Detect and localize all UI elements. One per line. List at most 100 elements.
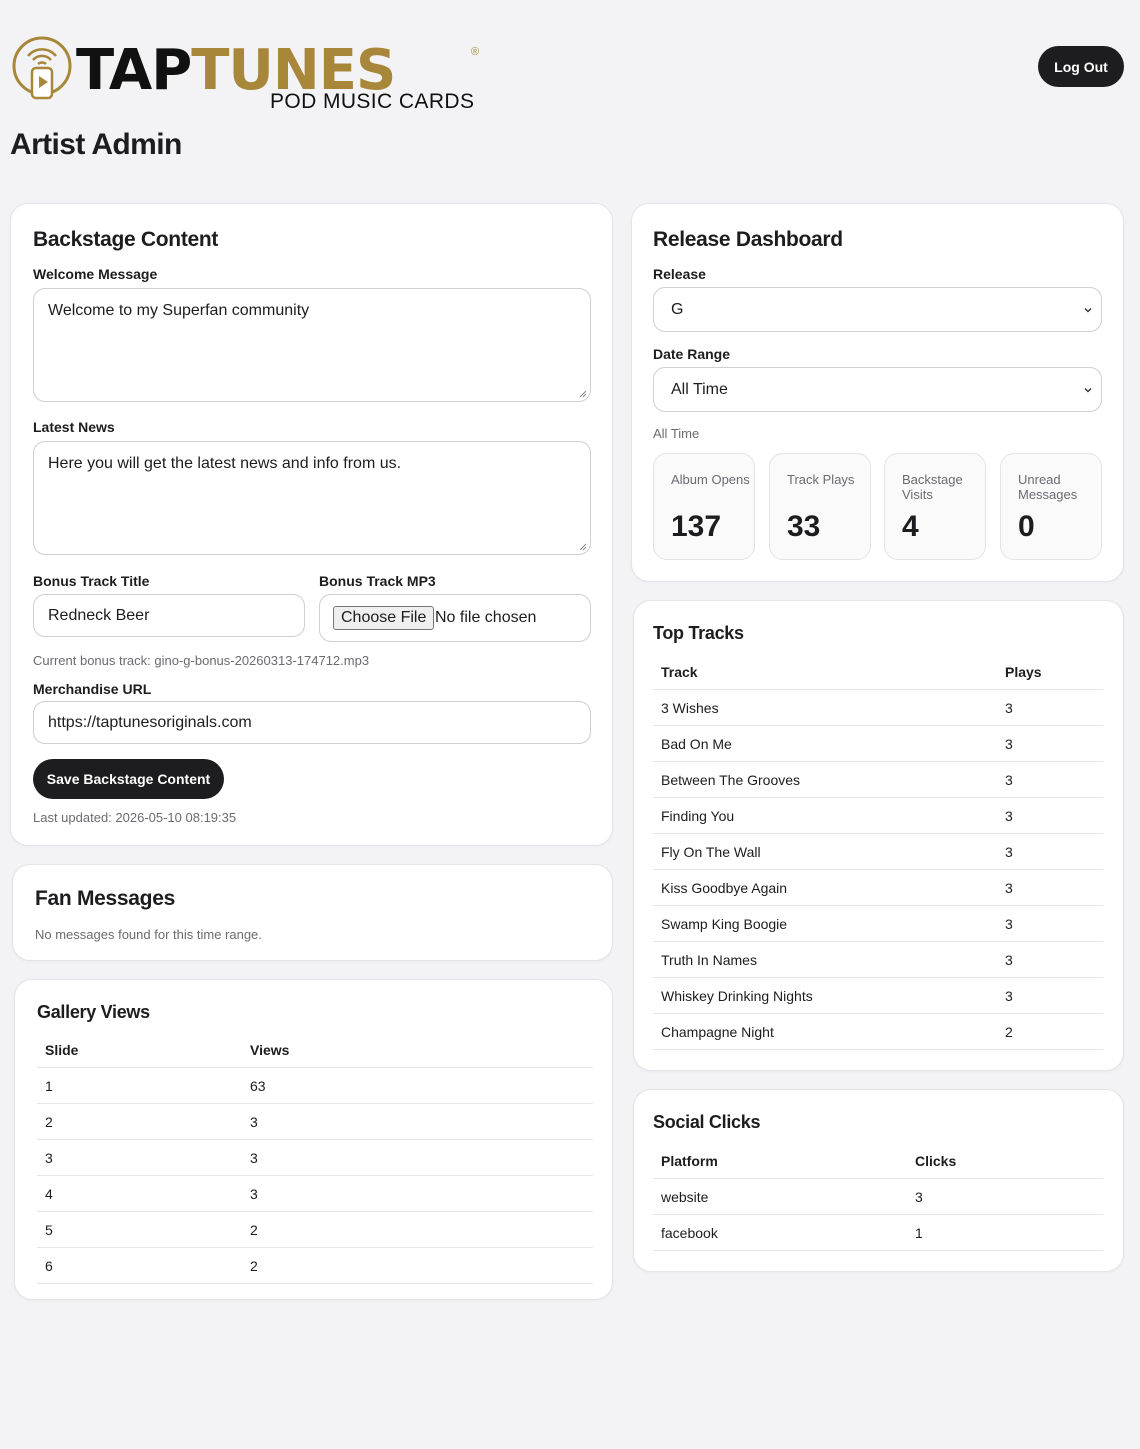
table-cell-slide: 4 [45,1186,53,1202]
bonus-mp3-label: Bonus Track MP3 [319,573,436,589]
table-cell-track: Swamp King Boogie [661,916,788,932]
stat-label: Album Opens [671,472,750,487]
table-cell-platform: website [661,1189,709,1205]
table-row: Fly On The Wall 3 [653,834,1103,870]
table-cell-track: Finding You [661,808,735,824]
welcome-label: Welcome Message [33,266,158,282]
date-range-selected-value: All Time [671,380,728,398]
table-cell-track: Champagne Night [661,1024,774,1040]
current-bonus-track: Current bonus track: gino-g-bonus-202603… [33,653,370,668]
stat-track-plays: Track Plays 33 [769,453,871,560]
table-row: 62 [37,1248,593,1284]
col-clicks-header: Clicks [915,1153,957,1169]
gallery-views-card: Gallery Views Slide Views 1 63 2 3 3 3 4 3 5 2 6 2 [14,979,613,1300]
table-row: 23 [37,1104,593,1140]
table-row: 1 63 [37,1068,593,1104]
table-cell-plays: 3 [1005,988,1013,1004]
range-caption: All Time [653,426,700,441]
latest-news-textarea[interactable]: Here you will get the latest news and in… [33,441,591,555]
table-cell-track: Truth In Names [661,952,757,968]
table-cell-views: 3 [250,1114,258,1130]
table-header-row: Slide Views [37,1032,593,1068]
fan-messages-empty: No messages found for this time range. [35,927,262,942]
logout-button[interactable]: Log Out [1038,46,1124,87]
merchandise-url-input[interactable]: https://taptunesoriginals.com [33,701,591,744]
stat-album-opens: Album Opens 137 [653,453,755,560]
col-track-header: Track [661,664,698,680]
registered-mark: ® [471,46,480,58]
table-row: Finding You 3 [653,798,1103,834]
table-row: Truth In Names 3 [653,942,1103,978]
col-platform-header: Platform [661,1153,718,1169]
taptunes-logo[interactable]: TAPTUNES ® POD MUSIC CARDS [12,36,492,116]
table-row: Swamp King Boogie 3 [653,906,1103,942]
choose-file-button[interactable]: Choose File [333,606,435,630]
table-cell-clicks: 3 [915,1189,923,1205]
top-tracks-title: Top Tracks [653,623,744,643]
chevron-down-icon [1084,387,1092,392]
table-cell-plays: 3 [1005,736,1013,752]
table-cell-clicks: 1 [915,1225,923,1241]
table-cell-track: Bad On Me [661,736,732,752]
page-title: Artist Admin [10,128,182,161]
table-cell-plays: 3 [1005,808,1013,824]
welcome-message-textarea[interactable]: Welcome to my Superfan community [33,288,591,402]
bonus-track-mp3-input[interactable]: Choose File No file chosen [319,594,591,642]
last-updated: Last updated: 2026-05-10 08:19:35 [33,810,237,825]
social-clicks-table: Platform Clicks website 3 facebook 1 [653,1143,1103,1251]
table-cell-plays: 3 [1005,700,1013,716]
stat-backstage-visits: Backstage Visits 4 [884,453,986,560]
table-row: 3 Wishes 3 [653,690,1103,726]
news-label: Latest News [33,419,115,435]
table-cell-views: 3 [250,1186,258,1202]
table-row: Kiss Goodbye Again 3 [653,870,1103,906]
date-range-label: Date Range [653,346,731,362]
table-cell-views: 3 [250,1150,258,1166]
chevron-down-icon [1084,307,1092,312]
fan-messages-title: Fan Messages [35,887,175,910]
latest-news-value: Here you will get the latest news and in… [48,455,402,472]
release-dashboard-title: Release Dashboard [653,228,843,251]
welcome-message-value: Welcome to my Superfan community [48,302,310,319]
social-clicks-title: Social Clicks [653,1112,761,1132]
table-row: 43 [37,1176,593,1212]
table-cell-plays: 3 [1005,844,1013,860]
table-row: Whiskey Drinking Nights 3 [653,978,1103,1014]
release-label: Release [653,266,706,282]
table-cell-plays: 3 [1005,880,1013,896]
table-cell-slide: 1 [45,1078,53,1094]
table-cell-slide: 5 [45,1222,53,1238]
table-cell-track: Kiss Goodbye Again [661,880,788,896]
stat-value: 33 [787,510,821,543]
table-cell-views: 2 [250,1258,258,1274]
table-row: Champagne Night 2 [653,1014,1103,1050]
release-select[interactable]: G [653,287,1102,332]
table-cell-slide: 2 [45,1114,53,1130]
stat-unread-messages: Unread Messages 0 [1000,453,1102,560]
table-cell-platform: facebook [661,1225,718,1241]
backstage-content-card: Backstage Content Welcome Message Welcom… [10,203,613,846]
top-tracks-card: Top Tracks Track Plays 3 Wishes 3 Bad On M… [633,600,1124,1071]
top-tracks-table: Track Plays 3 Wishes 3 Bad On Me 3 Between T… [653,654,1103,1050]
fan-messages-card: Fan Messages No messages found for this … [12,864,613,961]
stat-label: Unread Messages [1018,472,1078,502]
table-row: website 3 [653,1179,1103,1215]
header: TAPTUNES ® POD MUSIC CARDS Log Out Artis… [0,0,1140,200]
table-cell-slide: 6 [45,1258,53,1274]
table-cell-track: 3 Wishes [661,700,719,716]
stat-label: Backstage Visits [902,472,963,502]
save-backstage-button[interactable]: Save Backstage Content [33,759,224,799]
bonus-track-title-input[interactable]: Redneck Beer [33,594,305,637]
table-header-row: Platform Clicks [653,1143,1103,1179]
col-plays-header: Plays [1005,664,1042,680]
bonus-title-label: Bonus Track Title [33,573,150,589]
date-range-select[interactable]: All Time [653,367,1102,412]
stat-value: 4 [902,510,919,543]
resize-handle-icon[interactable] [579,390,587,398]
table-row: 33 [37,1140,593,1176]
release-dashboard-card: Release Dashboard Release G Date Range A… [631,203,1124,582]
table-row: facebook 1 [653,1215,1103,1251]
gallery-views-table: Slide Views 1 63 2 3 3 3 4 3 5 2 6 2 [37,1032,593,1284]
col-views-header: Views [250,1042,290,1058]
resize-handle-icon[interactable] [579,543,587,551]
